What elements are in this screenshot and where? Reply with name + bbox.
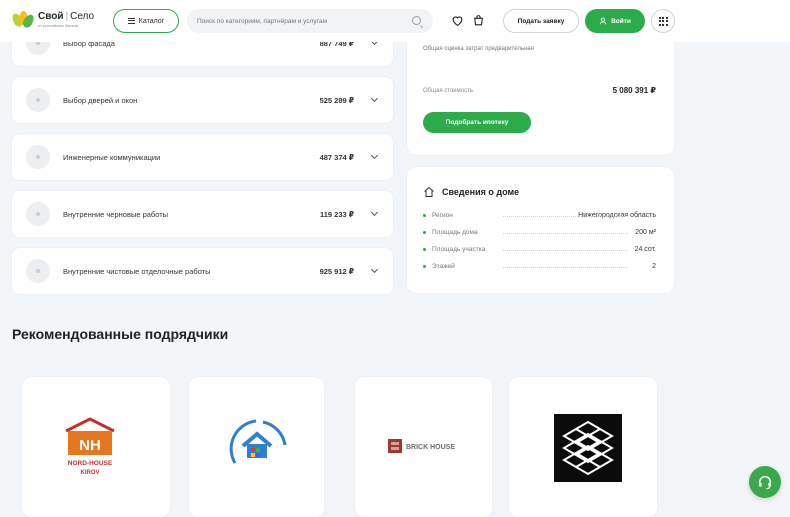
catalog-label: Каталог xyxy=(138,17,165,25)
cart-icon[interactable] xyxy=(472,14,485,27)
nord-house-logo: NH NORD-HOUSE KIROV xyxy=(65,417,115,476)
item-icon xyxy=(26,88,50,112)
logo[interactable]: Свой | Село от российских банков xyxy=(10,9,95,31)
request-button[interactable]: Подать заявку xyxy=(503,9,579,33)
search-input[interactable] xyxy=(197,17,412,25)
row-label: Регион xyxy=(432,212,453,219)
partner-card-nord-house[interactable]: NH NORD-HOUSE KIROV xyxy=(22,377,170,517)
item-name: Внутренние черновые работы xyxy=(63,209,169,219)
item-price: 119 233 ₽ xyxy=(320,209,354,219)
chevron-down-icon[interactable] xyxy=(370,265,379,274)
house-icon xyxy=(424,186,434,197)
nord-house-text: NORD-HOUSE xyxy=(68,460,113,467)
logo-leaf-icon xyxy=(10,9,36,31)
row-label: Площадь дома xyxy=(432,229,478,236)
brick-house-logo: BRICK HOUSE xyxy=(388,439,455,453)
item-price: 925 912 ₽ xyxy=(319,266,354,276)
logo-title-2: Село xyxy=(70,11,95,22)
menu-icon xyxy=(127,18,135,24)
svg-text:NH: NH xyxy=(79,437,101,454)
item-price: 487 374 ₽ xyxy=(319,152,354,162)
lattice-logo xyxy=(554,414,622,482)
search-bar[interactable] xyxy=(187,9,433,33)
header: Свой | Село от российских банков Каталог П… xyxy=(0,0,790,42)
row-label: Площадь участка xyxy=(432,246,486,253)
brick-house-text: BRICK HOUSE xyxy=(406,444,455,451)
row-value: 200 м² xyxy=(635,229,656,236)
cost-item-rough-works[interactable]: Внутренние черновые работы 119 233 ₽ xyxy=(12,191,393,237)
recommended-title: Рекомендованные подрядчики xyxy=(12,326,229,342)
house-row-house-area: Площадь дома 200 м² xyxy=(423,229,656,236)
favorites-heart-icon[interactable] xyxy=(451,14,464,27)
cost-item-finishing-works[interactable]: Внутренние чистовые отделочные работы 92… xyxy=(12,248,393,294)
headset-icon xyxy=(758,476,772,490)
row-value: 2 xyxy=(652,263,656,270)
mortgage-card: Общая оценка затрат предварительная Обща… xyxy=(407,28,674,155)
mortgage-description: Общая оценка затрат предварительная xyxy=(423,46,534,52)
item-icon xyxy=(26,145,50,169)
user-icon xyxy=(599,17,607,25)
house-row-region: Регион Нижегородская область xyxy=(423,212,656,219)
row-label: Этажей xyxy=(432,263,455,270)
house-info-card: Сведения о доме Регион Нижегородская обл… xyxy=(407,167,674,293)
item-icon xyxy=(26,259,50,283)
partner-card-brick-house[interactable]: BRICK HOUSE xyxy=(355,377,492,517)
item-icon xyxy=(26,202,50,226)
apps-grid-icon[interactable] xyxy=(651,9,675,33)
house-row-floors: Этажей 2 xyxy=(423,263,656,270)
search-icon[interactable] xyxy=(412,16,421,25)
item-name: Внутренние чистовые отделочные работы xyxy=(63,266,211,276)
house-info-title: Сведения о доме xyxy=(442,187,520,197)
item-price: 525 289 ₽ xyxy=(319,95,354,105)
row-value: 24 сот. xyxy=(634,246,656,253)
row-value: Нижегородская область xyxy=(578,212,656,219)
login-label: Войти xyxy=(611,17,631,25)
cost-item-doors-windows[interactable]: Выбор дверей и окон 525 289 ₽ xyxy=(12,77,393,123)
total-row: Общая стоимость 5 080 391 ₽ xyxy=(423,86,656,95)
blue-house-logo xyxy=(229,419,287,464)
partner-card-black-lattice[interactable] xyxy=(509,377,657,517)
chevron-down-icon[interactable] xyxy=(370,94,379,103)
house-row-plot-area: Площадь участка 24 сот. xyxy=(423,246,656,253)
login-button[interactable]: Войти xyxy=(585,9,645,33)
logo-subtitle: от российских банков xyxy=(38,23,78,28)
total-value: 5 080 391 ₽ xyxy=(612,86,656,95)
nord-house-subtext: KIROV xyxy=(80,470,99,476)
catalog-button[interactable]: Каталог xyxy=(113,9,179,33)
total-label: Общая стоимость xyxy=(423,87,473,94)
chevron-down-icon[interactable] xyxy=(370,151,379,160)
cost-item-engineering[interactable]: Инженерные коммуникации 487 374 ₽ xyxy=(12,134,393,180)
item-name: Выбор дверей и окон xyxy=(63,95,138,105)
logo-title: Свой xyxy=(38,11,64,22)
partner-card-house-blue[interactable] xyxy=(189,377,324,517)
support-chat-button[interactable] xyxy=(749,466,781,498)
find-mortgage-button[interactable]: Подобрать ипотеку xyxy=(423,112,531,133)
item-name: Инженерные коммуникации xyxy=(63,152,161,162)
chevron-down-icon[interactable] xyxy=(370,208,379,217)
